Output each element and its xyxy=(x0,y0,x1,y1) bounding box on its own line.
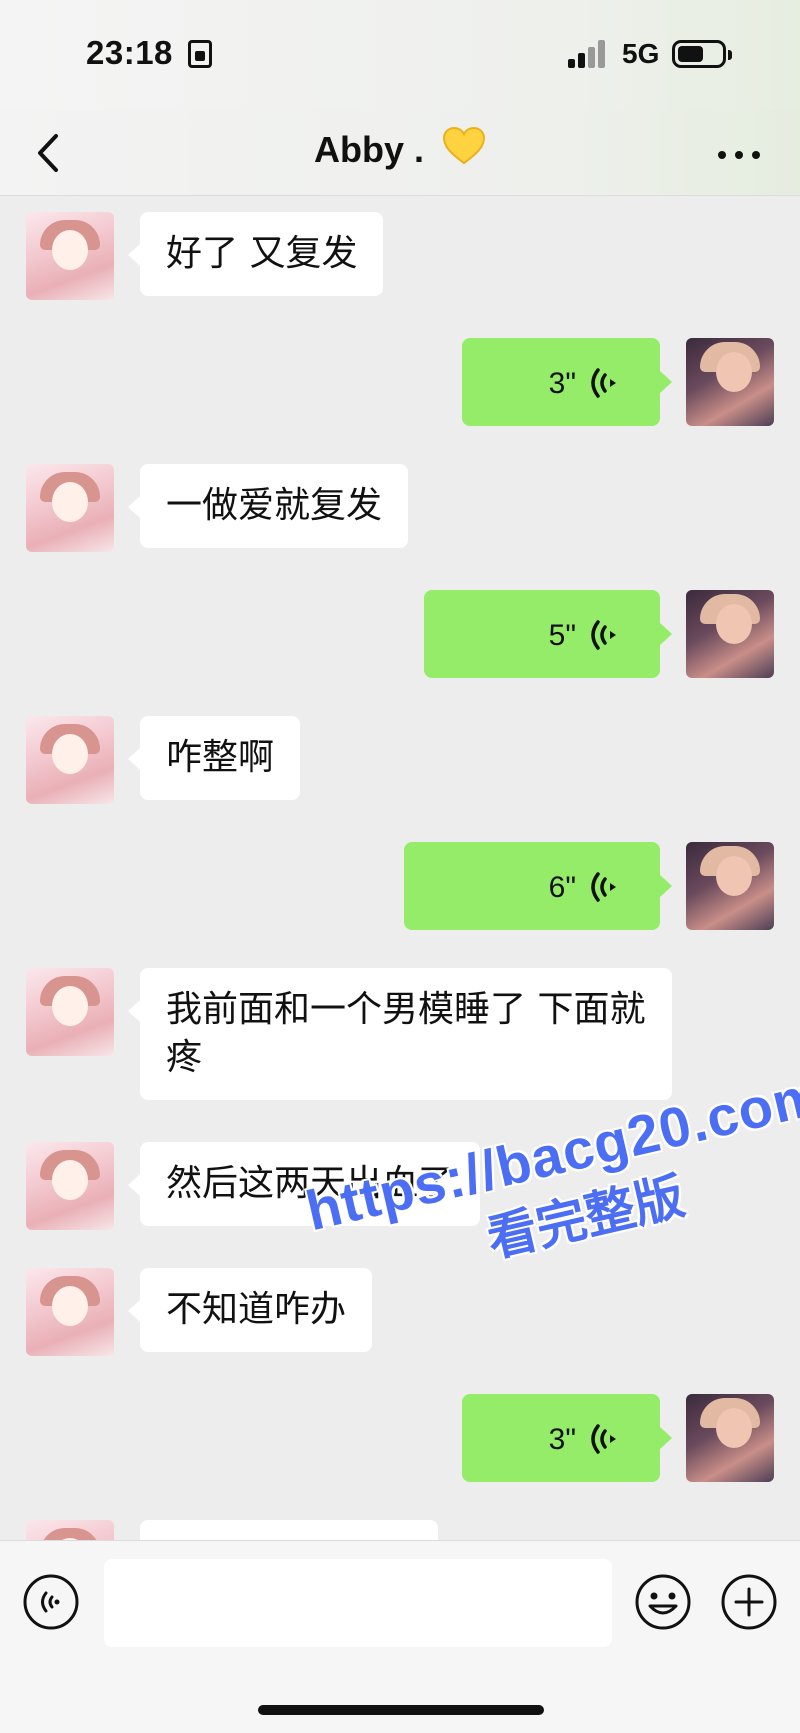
incoming-text-bubble[interactable]: 一做爱就复发 xyxy=(127,464,409,548)
contact-name: Abby . xyxy=(313,129,424,170)
battery-fill xyxy=(678,46,703,62)
voice-duration: 6" xyxy=(548,871,576,904)
incoming-text-bubble[interactable]: 好了 又复发 xyxy=(127,212,384,296)
home-indicator[interactable] xyxy=(258,1705,544,1715)
contact-avatar[interactable] xyxy=(26,1142,114,1230)
contact-avatar[interactable] xyxy=(26,716,114,804)
network-type: 5G xyxy=(622,38,660,69)
message-text-input[interactable] xyxy=(104,1559,612,1647)
user-avatar[interactable] xyxy=(686,842,774,930)
contact-avatar[interactable] xyxy=(26,968,114,1056)
user-avatar[interactable] xyxy=(686,338,774,426)
incoming-text-bubble[interactable]: 我前面和一个男模睡了 下面就疼 xyxy=(128,968,672,1100)
contact-avatar[interactable] xyxy=(26,212,114,300)
user-avatar[interactable] xyxy=(686,590,774,678)
outgoing-voice-bubble[interactable]: 3" xyxy=(462,1394,672,1482)
chat-input-bar xyxy=(0,1540,800,1733)
status-time: 23:18 xyxy=(86,34,173,71)
user-avatar[interactable] xyxy=(686,1394,774,1482)
voice-duration: 3" xyxy=(548,1423,576,1456)
contact-avatar[interactable] xyxy=(26,464,114,552)
sim-card-icon xyxy=(188,40,212,68)
voice-wave-icon xyxy=(591,872,616,902)
voice-wave-icon xyxy=(591,1424,616,1454)
outgoing-voice-bubble[interactable]: 6" xyxy=(404,842,672,930)
outgoing-voice-bubble[interactable]: 3" xyxy=(462,338,672,426)
contact-avatar[interactable] xyxy=(26,1520,114,1540)
yellow-heart-icon xyxy=(443,126,486,165)
voice-input-toggle-icon[interactable] xyxy=(22,1573,80,1631)
outgoing-voice-bubble[interactable]: 5" xyxy=(424,590,672,678)
chat-header: Abby . xyxy=(0,110,800,196)
chat-title: Abby . xyxy=(0,126,800,171)
emoji-icon[interactable] xyxy=(634,1573,692,1631)
voice-duration: 5" xyxy=(548,619,576,652)
incoming-text-bubble[interactable]: 咋整啊 xyxy=(127,716,301,800)
voice-wave-icon xyxy=(591,620,616,650)
status-bar: 23:18 5G xyxy=(0,0,800,110)
voice-duration: 3" xyxy=(548,367,576,400)
battery-icon xyxy=(672,40,732,68)
voice-wave-icon xyxy=(591,368,616,398)
plus-icon[interactable] xyxy=(720,1573,778,1631)
incoming-text-bubble[interactable] xyxy=(140,1520,438,1540)
more-options-icon[interactable] xyxy=(716,134,762,174)
contact-avatar[interactable] xyxy=(26,1268,114,1356)
cellular-signal-icon xyxy=(568,40,608,68)
